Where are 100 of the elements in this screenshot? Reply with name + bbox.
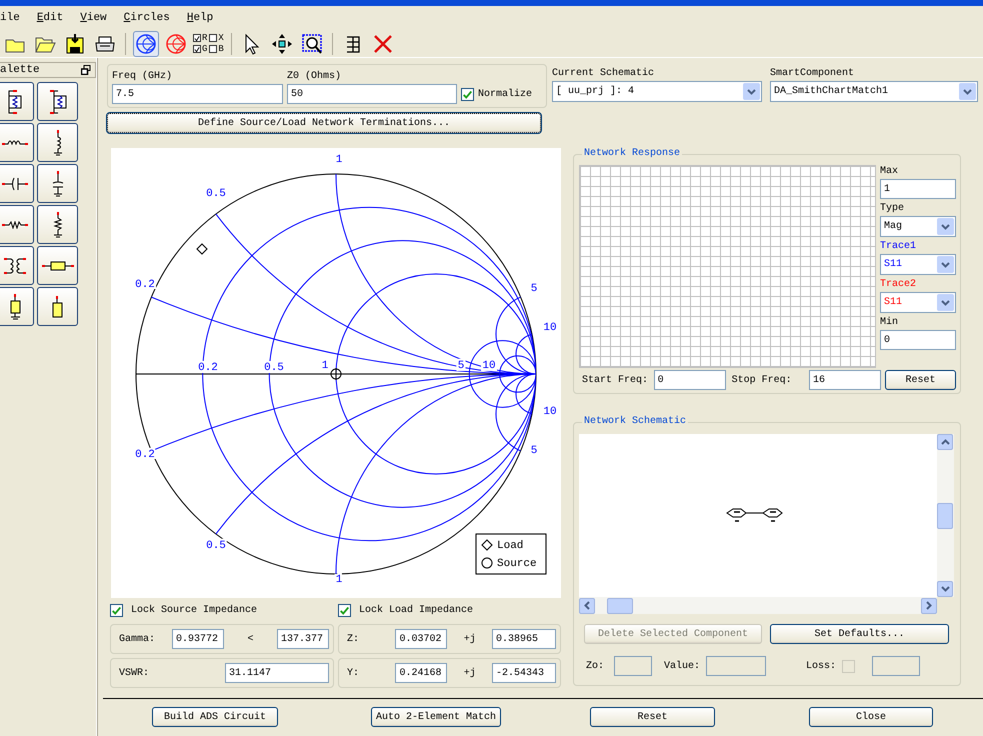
loss-field[interactable] xyxy=(872,656,920,676)
checkbox-label: Lock Load Impedance xyxy=(359,604,474,618)
trace-value: S11 xyxy=(884,258,902,272)
palette-title: alette xyxy=(0,62,40,78)
resistor-icon xyxy=(52,211,62,238)
palette-button[interactable] xyxy=(37,123,78,162)
palette-button[interactable] xyxy=(0,205,34,244)
menu-item[interactable]: Circles xyxy=(116,10,179,26)
vertical-scrollbar[interactable] xyxy=(937,434,954,597)
group-title: Network Response xyxy=(582,148,682,160)
inductor-icon xyxy=(52,129,62,156)
component-dropdown[interactable]: DA_SmithChartMatch1 xyxy=(770,81,978,102)
z0-field[interactable]: 50 xyxy=(287,84,457,104)
min-field[interactable]: 0 xyxy=(880,330,956,350)
palette-button[interactable] xyxy=(0,246,34,285)
reset-button[interactable]: Reset xyxy=(590,707,715,728)
chart-label: 1 xyxy=(336,154,342,166)
resistor-icon xyxy=(48,90,66,114)
palette-button[interactable] xyxy=(37,205,78,244)
chart-label: 10 xyxy=(543,322,557,334)
menu-item[interactable]: View xyxy=(72,10,116,26)
max-field[interactable]: 1 xyxy=(880,179,956,199)
field-label: Current Schematic xyxy=(552,68,656,80)
vswr-field[interactable]: 31.1147 xyxy=(225,663,329,683)
resistor-icon xyxy=(8,90,22,114)
palette-button[interactable] xyxy=(37,246,78,285)
palette-button[interactable] xyxy=(0,164,34,203)
z-imaginary-field[interactable]: 0.38965 xyxy=(492,629,556,649)
field-label: Z: xyxy=(347,632,360,646)
trace-value: S11 xyxy=(884,296,902,310)
palette-button[interactable] xyxy=(0,123,34,162)
field-label: VSWR: xyxy=(119,666,150,680)
define-terminations-button[interactable]: Define Source/Load Network Terminations... xyxy=(107,113,541,133)
transformer-icon xyxy=(3,258,27,274)
menu-item[interactable]: ile xyxy=(0,10,29,26)
scroll-thumb[interactable] xyxy=(607,598,633,614)
start-freq-field[interactable]: 0 xyxy=(654,370,726,390)
checkbox[interactable] xyxy=(110,604,123,617)
gamma-magnitude-field[interactable]: 0.93772 xyxy=(172,629,224,649)
smith-chart-icon[interactable] xyxy=(133,30,159,56)
horizontal-scrollbar[interactable] xyxy=(579,597,937,614)
resistor-icon xyxy=(1,220,29,228)
checkbox[interactable] xyxy=(209,34,218,42)
palette-button[interactable] xyxy=(37,287,78,326)
chart-label: 0.2 xyxy=(135,278,155,291)
trace-dropdown[interactable]: S11 xyxy=(880,292,956,313)
schematic-dropdown[interactable]: [ uu_prj ]: 4 xyxy=(552,81,762,102)
field-label: Min xyxy=(880,317,900,329)
zo-field[interactable] xyxy=(614,656,652,676)
checkbox[interactable] xyxy=(193,45,201,53)
toggle-label: G xyxy=(202,44,208,54)
field-label: Freq (GHz) xyxy=(112,71,174,83)
checkbox[interactable] xyxy=(338,604,351,617)
z-real-field[interactable]: 0.03702 xyxy=(395,629,448,649)
field-label: Y: xyxy=(347,666,360,680)
close-button[interactable]: Close xyxy=(809,707,933,728)
gamma-angle-field[interactable]: 137.377 xyxy=(277,629,329,649)
build-circuit-button[interactable]: Build ADS Circuit xyxy=(152,707,278,728)
reset-button[interactable]: Reset xyxy=(885,370,956,390)
inductor-icon xyxy=(1,140,29,145)
scroll-right-icon[interactable] xyxy=(921,598,937,614)
scroll-down-icon[interactable] xyxy=(937,581,953,597)
diamond-icon xyxy=(481,539,493,551)
checkbox[interactable] xyxy=(209,45,218,53)
legend-label: Load xyxy=(497,540,524,552)
chart-label: 0.5 xyxy=(206,540,226,552)
palette-button[interactable] xyxy=(37,164,78,203)
field-label: Loss: xyxy=(806,660,836,674)
trace-dropdown[interactable]: S11 xyxy=(880,254,956,275)
chart-label: 5 xyxy=(458,360,464,372)
scroll-thumb[interactable] xyxy=(937,502,953,528)
y-real-field[interactable]: 0.24168 xyxy=(395,663,448,683)
chart-label: 10 xyxy=(482,360,496,372)
palette-button[interactable] xyxy=(0,287,34,326)
scroll-up-icon[interactable] xyxy=(937,434,953,450)
auto-match-button[interactable]: Auto 2-Element Match xyxy=(371,707,501,728)
menu-item[interactable]: Edit xyxy=(28,10,72,26)
load-marker xyxy=(196,243,208,255)
field-label: Trace2 xyxy=(880,279,918,291)
field-label: Max xyxy=(880,166,900,178)
transmission-line-icon xyxy=(40,260,74,270)
y-imaginary-field[interactable]: -2.54343 xyxy=(492,663,556,683)
checkbox[interactable] xyxy=(461,88,474,100)
palette-button[interactable] xyxy=(37,82,78,121)
field-label: SmartComponent xyxy=(770,68,856,80)
palette-button[interactable] xyxy=(0,82,34,121)
value-field[interactable] xyxy=(706,656,766,676)
stop-freq-field[interactable]: 16 xyxy=(809,370,882,390)
chart-label: 5 xyxy=(530,444,538,457)
type-dropdown[interactable]: Mag xyxy=(880,216,956,237)
field-label: Gamma: xyxy=(119,632,156,646)
toggle-label: R xyxy=(202,32,208,44)
freq-field[interactable]: 7.5 xyxy=(112,84,283,104)
scroll-left-icon[interactable] xyxy=(579,598,595,614)
set-defaults-button[interactable]: Set Defaults... xyxy=(770,624,949,644)
field-label: Z0 (Ohms) xyxy=(287,71,342,83)
chart-label: 0.5 xyxy=(264,362,284,374)
legend-label: Source xyxy=(497,558,537,570)
checkbox[interactable] xyxy=(193,34,201,42)
menu-item[interactable]: Help xyxy=(178,10,222,26)
